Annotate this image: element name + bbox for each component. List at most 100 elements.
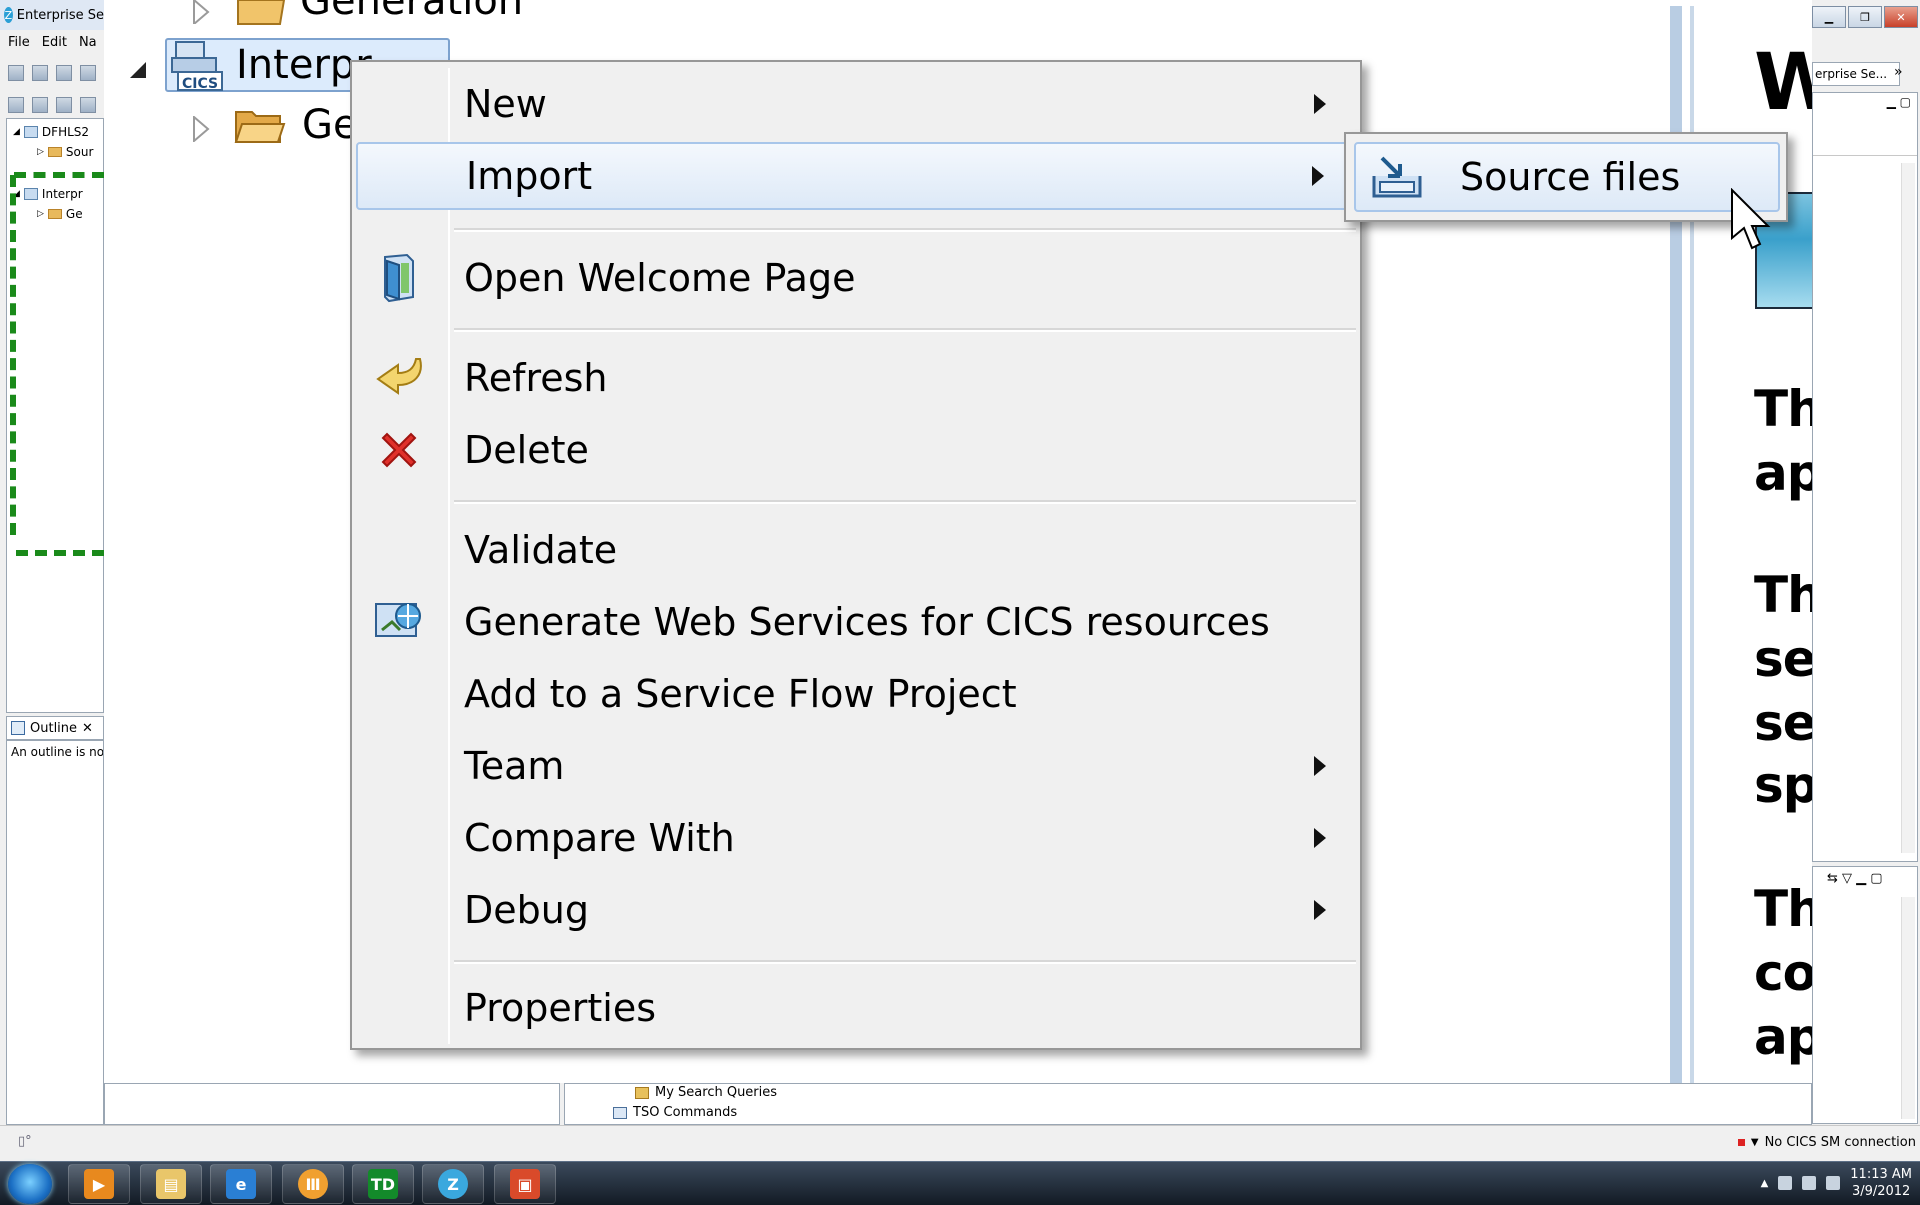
menu-item-source-files[interactable]: Source files (1354, 142, 1780, 212)
save-all-icon[interactable] (56, 65, 72, 81)
expand-generation[interactable] (192, 114, 210, 144)
minimize-icon[interactable]: ▁ (1812, 6, 1846, 28)
welcome-line: co (1754, 944, 1812, 1002)
menu-item-generate-web-services[interactable]: Generate Web Services for CICS resources (356, 588, 1356, 656)
tree-label-generation[interactable]: Generation (300, 0, 523, 24)
menu-item-compare-with[interactable]: Compare With (356, 804, 1356, 872)
folder-icon (236, 0, 286, 26)
welcome-line: ap (1754, 444, 1812, 502)
menu-item-new[interactable]: New (356, 70, 1356, 138)
menu-item-import[interactable]: Import (356, 142, 1356, 210)
folder-icon (47, 209, 62, 219)
menu-item-debug[interactable]: Debug (356, 876, 1356, 944)
vertical-scrollbar[interactable] (1901, 897, 1915, 1119)
start-button[interactable] (8, 1164, 52, 1204)
status-connection[interactable]: ▼ No CICS SM connection (1737, 1135, 1916, 1150)
main-toolbar (8, 62, 104, 84)
sync-icon[interactable]: ⇆ ▽ ▁ ▢ (1827, 871, 1883, 886)
highlight-dash-left (10, 175, 16, 535)
close-window-icon[interactable]: ✕ (1884, 6, 1918, 28)
filter-icon[interactable] (80, 97, 96, 113)
media-player-icon[interactable]: ▶ (68, 1164, 130, 1204)
app-icon: Z (4, 7, 13, 23)
link-editor-icon[interactable] (32, 97, 48, 113)
explorer-toolbar (8, 94, 104, 116)
perspective-button[interactable]: erprise Se... (1812, 62, 1900, 86)
presentation-icon[interactable]: ▣ (494, 1164, 556, 1204)
search-queries-icon (635, 1086, 649, 1099)
project-explorer-small: ◢ DFHLS2 ▷ Sour ◢ Interpr ▷ Ge (6, 118, 104, 713)
menu-separator (454, 328, 1356, 332)
tree-item-generation[interactable]: ▷ Ge (37, 207, 83, 221)
network-icon[interactable] (1802, 1176, 1817, 1190)
menu-item-add-to-service-flow[interactable]: Add to a Service Flow Project (356, 660, 1356, 728)
submenu-arrow-icon (1314, 828, 1326, 848)
mouse-cursor-icon (1730, 187, 1774, 252)
explorer-icon[interactable]: ▤ (140, 1164, 202, 1204)
vertical-scrollbar[interactable] (1901, 163, 1915, 853)
menu-bar: File Edit Na (0, 30, 104, 54)
right-panel-bottom: ⇆ ▽ ▁ ▢ (1812, 866, 1918, 1124)
status-left-icon[interactable]: ▯° (18, 1134, 32, 1149)
submenu-arrow-icon (1314, 756, 1326, 776)
import-submenu: Source files (1344, 132, 1788, 222)
welcome-heading: W (1754, 38, 1812, 128)
menu-item-team[interactable]: Team (356, 732, 1356, 800)
close-icon[interactable]: ✕ (82, 721, 93, 736)
open-icon[interactable] (80, 65, 96, 81)
welcome-line: sp (1754, 756, 1812, 814)
tab-outline[interactable]: Outline ✕ (6, 716, 104, 740)
panel-minmax-icons[interactable]: ▁ ▢ (1887, 95, 1911, 109)
collapse-project-icon[interactable] (130, 62, 148, 80)
menu-item-validate[interactable]: Validate (356, 516, 1356, 584)
status-bar: ▯° ▼ No CICS SM connection (0, 1125, 1920, 1161)
tray-expand-icon[interactable]: ▲ (1761, 1178, 1769, 1189)
menu-navigate[interactable]: Na (79, 35, 97, 50)
cics-project-icon: CICS (170, 38, 226, 94)
save-icon[interactable] (32, 65, 48, 81)
list-item[interactable]: TSO Commands (613, 1105, 737, 1120)
outline-message: An outline is no (11, 745, 104, 759)
clock[interactable]: 11:13 AM 3/9/2012 (1850, 1166, 1912, 1200)
tree-item-dfhls2[interactable]: ◢ DFHLS2 (13, 125, 89, 139)
tree-item-source[interactable]: ▷ Sour (37, 145, 93, 159)
view-menu-icon[interactable] (56, 97, 72, 113)
menu-item-open-welcome-page[interactable]: Open Welcome Page (356, 244, 1356, 312)
tree-item-interpr[interactable]: ◢ Interpr (13, 187, 83, 201)
expand-generation-top[interactable] (192, 0, 210, 27)
menu-separator (454, 960, 1356, 964)
zend-icon[interactable]: Z (422, 1164, 484, 1204)
outline-panel: An outline is no (6, 740, 104, 1125)
flag-icon[interactable] (1778, 1176, 1793, 1190)
app-orange-icon[interactable]: Ⅲ (282, 1164, 344, 1204)
delete-icon (374, 425, 424, 475)
right-panel-top: ▁ ▢ (1812, 92, 1918, 862)
list-item[interactable]: My Search Queries (635, 1085, 777, 1100)
perspective-more-icon[interactable]: » (1894, 64, 1903, 80)
remote-systems-panel: My Search Queries TSO Commands (564, 1083, 1812, 1125)
menu-edit[interactable]: Edit (42, 35, 67, 50)
window-titlebar: Z Enterprise Se (0, 0, 104, 30)
chevron-down-icon[interactable]: ▼ (1751, 1137, 1759, 1148)
chevron-right-icon (193, 114, 210, 144)
menu-item-properties[interactable]: Properties (356, 974, 1356, 1042)
menu-file[interactable]: File (8, 35, 30, 50)
system-tray: ▲ 11:13 AM 3/9/2012 (1761, 1166, 1912, 1200)
menu-item-delete[interactable]: Delete (356, 416, 1356, 484)
new-icon[interactable] (8, 65, 24, 81)
collapse-all-icon[interactable] (8, 97, 24, 113)
submenu-arrow-icon (1314, 94, 1326, 114)
project-icon (23, 126, 38, 138)
highlight-dash-top (14, 172, 104, 178)
folder-icon (47, 147, 62, 157)
menu-item-refresh[interactable]: Refresh (356, 344, 1356, 412)
welcome-line: ap (1754, 1008, 1812, 1066)
td-bank-icon[interactable]: TD (352, 1164, 414, 1204)
display-icon[interactable] (1826, 1176, 1841, 1190)
window-controls: ▁ ❐ ✕ (1812, 6, 1920, 30)
restore-icon[interactable]: ❐ (1848, 6, 1882, 28)
tso-commands-icon (613, 1106, 627, 1119)
svg-text:CICS: CICS (182, 76, 218, 92)
taskbar: ▶ ▤ e Ⅲ TD Z ▣ ▲ 11:13 AM 3/9/2012 (0, 1161, 1920, 1205)
internet-explorer-icon[interactable]: e (210, 1164, 272, 1204)
